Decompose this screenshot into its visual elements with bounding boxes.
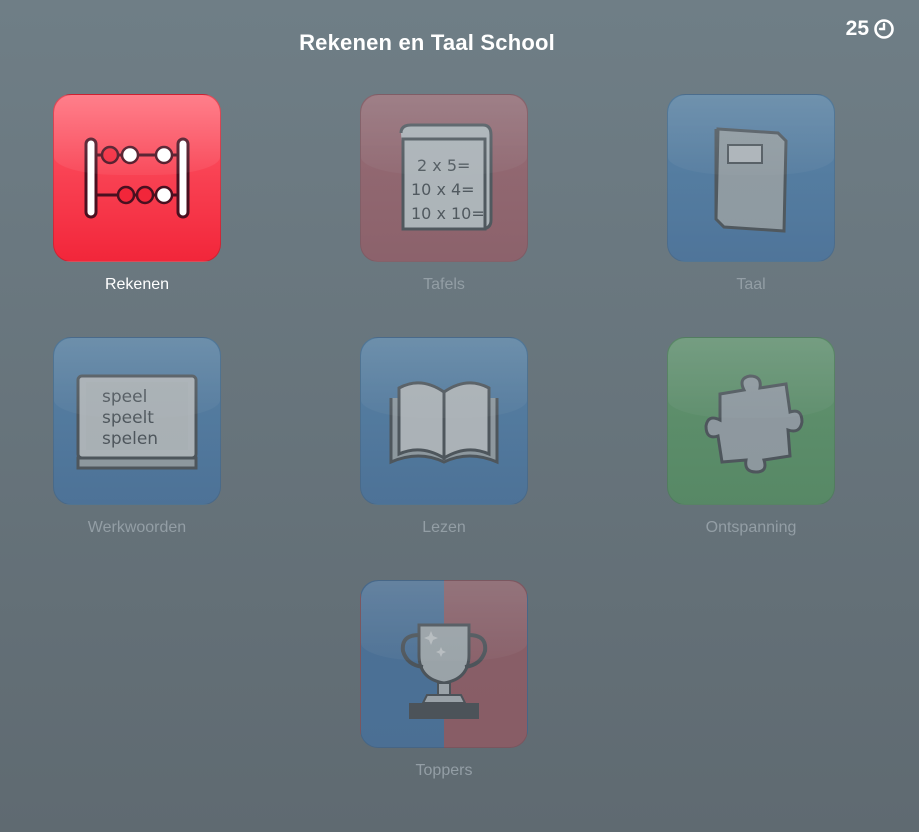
times-table-scroll-icon: 2 x 5= 10 x 4= 10 x 10= [399, 123, 493, 231]
tile-werkwoorden[interactable]: speel speelt spelen Werkwoorden [53, 337, 221, 537]
werkwoorden-line-1: speel [102, 387, 147, 407]
werkwoorden-line-3: spelen [102, 429, 158, 449]
abacus-icon [84, 137, 190, 219]
tile-lezen-label: Lezen [422, 519, 466, 536]
open-book-icon [389, 381, 499, 465]
tile-rekenen-label: Rekenen [104, 276, 170, 293]
tile-taal-label: Taal [736, 276, 766, 293]
tile-lezen-box[interactable] [360, 337, 528, 505]
tile-tafels[interactable]: 2 x 5= 10 x 4= 10 x 10= Tafels [360, 94, 528, 294]
clock-icon [874, 19, 894, 39]
tile-rekenen[interactable]: Rekenen [53, 94, 221, 294]
tile-lezen[interactable]: Lezen [360, 337, 528, 537]
tafels-line-2: 10 x 4= [411, 180, 475, 199]
tile-taal-box[interactable] [667, 94, 835, 262]
tile-toppers[interactable]: Toppers [360, 580, 528, 780]
chalkboard-icon: speel speelt spelen [76, 374, 198, 470]
tile-toppers-box[interactable] [360, 580, 528, 748]
tafels-line-3: 10 x 10= [411, 204, 485, 223]
page-title: Rekenen en Taal School [299, 30, 555, 55]
tile-werkwoorden-label: Werkwoorden [87, 519, 187, 536]
tile-toppers-label: Toppers [415, 762, 473, 779]
tile-ontspanning-box[interactable] [667, 337, 835, 505]
tile-tafels-box[interactable]: 2 x 5= 10 x 4= 10 x 10= [360, 94, 528, 262]
tile-ontspanning[interactable]: Ontspanning [667, 337, 835, 537]
timer: 25 [846, 17, 895, 41]
timer-value: 25 [845, 17, 869, 40]
puzzle-piece-icon [704, 374, 804, 474]
tile-tafels-label: Tafels [423, 276, 465, 293]
tafels-line-1: 2 x 5= [417, 156, 470, 175]
trophy-icon [400, 623, 488, 719]
tile-rekenen-box[interactable] [53, 94, 221, 262]
tile-werkwoorden-box[interactable]: speel speelt spelen [53, 337, 221, 505]
book-icon [714, 127, 788, 233]
werkwoorden-line-2: speelt [102, 408, 154, 428]
tile-taal[interactable]: Taal [667, 94, 835, 294]
tile-ontspanning-label: Ontspanning [705, 519, 797, 536]
